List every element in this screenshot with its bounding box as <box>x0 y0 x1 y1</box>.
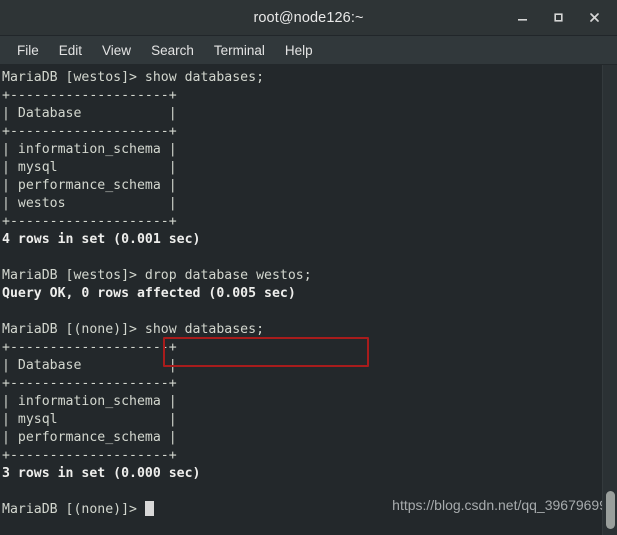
terminal-line: +--------------------+ <box>2 340 177 355</box>
terminal-line: | westos | <box>2 196 177 211</box>
terminal-line: | information_schema | <box>2 394 177 409</box>
title-bar[interactable]: root@node126:~ <box>0 0 617 36</box>
terminal-line: | Database | <box>2 106 177 121</box>
terminal-line: | mysql | <box>2 160 177 175</box>
menu-item-view[interactable]: View <box>93 40 140 61</box>
terminal-line: MariaDB [westos]> show databases; <box>2 70 265 85</box>
terminal-line: | mysql | <box>2 412 177 427</box>
terminal-line: +--------------------+ <box>2 376 177 391</box>
menu-item-search[interactable]: Search <box>142 40 203 61</box>
terminal-output[interactable]: MariaDB [westos]> show databases; +------… <box>0 65 617 535</box>
terminal-scrollbar[interactable] <box>602 65 617 535</box>
terminal-prompt: MariaDB [(none)]> <box>2 502 145 517</box>
terminal-line: +--------------------+ <box>2 124 177 139</box>
terminal-line: | performance_schema | <box>2 178 177 193</box>
minimize-icon[interactable] <box>505 4 539 32</box>
terminal-window: root@node126:~ File Edit View Search Ter… <box>0 0 617 535</box>
menu-item-edit[interactable]: Edit <box>50 40 91 61</box>
scrollbar-thumb[interactable] <box>606 491 615 529</box>
terminal-prompt-line: MariaDB [(none)]> <box>2 501 617 519</box>
terminal-line: +--------------------+ <box>2 448 177 463</box>
terminal-line: Query OK, 0 rows affected (0.005 sec) <box>2 286 296 301</box>
maximize-icon[interactable] <box>541 4 575 32</box>
window-title: root@node126:~ <box>253 9 364 26</box>
terminal-line: | performance_schema | <box>2 430 177 445</box>
terminal-line: MariaDB [(none)]> show databases; <box>2 322 265 337</box>
terminal-line: | Database | <box>2 358 177 373</box>
menu-item-help[interactable]: Help <box>276 40 322 61</box>
menu-item-terminal[interactable]: Terminal <box>205 40 274 61</box>
window-controls <box>505 0 611 35</box>
terminal-line: 3 rows in set (0.000 sec) <box>2 466 201 481</box>
terminal-line: MariaDB [westos]> drop database westos; <box>2 268 312 283</box>
terminal-body[interactable]: MariaDB [westos]> show databases; +------… <box>0 65 617 535</box>
close-icon[interactable] <box>577 4 611 32</box>
menu-bar: File Edit View Search Terminal Help <box>0 36 617 65</box>
terminal-line: 4 rows in set (0.001 sec) <box>2 232 201 247</box>
terminal-cursor <box>144 501 155 516</box>
terminal-line: +--------------------+ <box>2 88 177 103</box>
menu-item-file[interactable]: File <box>8 40 48 61</box>
terminal-line: +--------------------+ <box>2 214 177 229</box>
terminal-line: | information_schema | <box>2 142 177 157</box>
